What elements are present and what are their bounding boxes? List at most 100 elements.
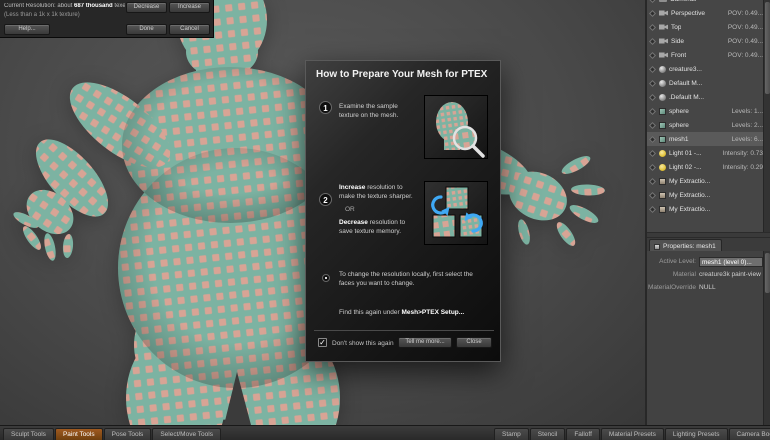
- visibility-diamond-icon[interactable]: [648, 205, 657, 213]
- ptex-help-dialog: How to Prepare Your Mesh for PTEX 1 Exam…: [305, 60, 501, 362]
- or-text: OR: [345, 206, 355, 214]
- properties-tab-row: Properties: mesh1: [647, 238, 770, 251]
- preset-tray-tab[interactable]: Stencil: [529, 428, 566, 440]
- object-name: .Default M...: [669, 93, 705, 101]
- decrease-button[interactable]: Decrease: [126, 2, 167, 13]
- property-label: Active Level:: [659, 258, 696, 265]
- object-list-item[interactable]: Front POV: 0.49...: [647, 48, 765, 62]
- properties-icon: [654, 243, 660, 250]
- object-list-scrollbar[interactable]: [763, 0, 770, 232]
- object-list: Cameras Perspective POV: 0.49... Top POV…: [647, 0, 765, 232]
- object-value: POV: 0.49...: [727, 37, 763, 45]
- object-value: POV: 0.49...: [727, 51, 763, 59]
- preset-tray-tab[interactable]: Material Presets: [600, 428, 664, 440]
- dialog-title: How to Prepare Your Mesh for PTEX: [316, 69, 488, 80]
- preset-tray-tab[interactable]: Camera Bookmarks: [728, 428, 770, 440]
- visibility-diamond-icon[interactable]: [648, 177, 657, 185]
- ptex-resolution-panel: Current Resolution: about 687 thousand t…: [0, 0, 214, 38]
- object-type-icon: [659, 191, 666, 199]
- scrollbar-thumb[interactable]: [765, 2, 770, 94]
- visibility-diamond-icon[interactable]: [648, 9, 657, 17]
- object-type-icon: [659, 177, 666, 185]
- property-value[interactable]: NULL: [699, 284, 763, 291]
- visibility-diamond-icon[interactable]: [648, 149, 657, 157]
- preset-tray-tab[interactable]: Falloff: [566, 428, 600, 440]
- step-1-number: 1: [319, 101, 332, 114]
- preset-tray-tab[interactable]: Stamp: [494, 428, 529, 440]
- object-list-item[interactable]: sphere Levels: 1...: [647, 104, 765, 118]
- done-button[interactable]: Done: [126, 24, 167, 35]
- increase-button[interactable]: Increase: [169, 2, 210, 13]
- object-type-icon: [659, 65, 666, 73]
- visibility-diamond-icon[interactable]: [648, 0, 657, 3]
- tool-tray-tab[interactable]: Pose Tools: [103, 428, 152, 440]
- menu-path-text: Mesh>PTEX Setup...: [401, 309, 465, 316]
- tool-tray-tab[interactable]: Sculpt Tools: [3, 428, 54, 440]
- object-list-item[interactable]: Light 01 -... Intensity: 0.73: [647, 146, 765, 160]
- close-button[interactable]: Close: [456, 337, 492, 348]
- object-type-icon: [659, 79, 666, 87]
- visibility-diamond-icon[interactable]: [648, 37, 657, 45]
- resolution-tiles-image: [431, 186, 483, 238]
- visibility-diamond-icon[interactable]: [648, 23, 657, 31]
- object-list-item[interactable]: Top POV: 0.49...: [647, 20, 765, 34]
- tool-tray-tab[interactable]: Paint Tools: [54, 428, 103, 440]
- resolution-subtext: (Less than a 1k x 1k texture): [4, 12, 80, 18]
- object-value: Intensity: 0.73: [722, 149, 763, 157]
- tell-me-more-button[interactable]: Tell me more...: [398, 337, 452, 348]
- help-button[interactable]: Help...: [4, 24, 50, 35]
- object-list-item[interactable]: Side POV: 0.49...: [647, 34, 765, 48]
- properties-scrollbar[interactable]: [763, 251, 770, 425]
- object-list-item[interactable]: My Extractio...: [647, 188, 765, 202]
- visibility-diamond-icon[interactable]: [648, 79, 657, 87]
- object-value: Levels: 1...: [731, 107, 763, 115]
- 3d-viewport[interactable]: Current Resolution: about 687 thousand t…: [0, 0, 645, 425]
- preset-tray-tabs: Stamp Stencil Falloff Material Presets L…: [494, 428, 770, 440]
- visibility-diamond-icon[interactable]: [648, 93, 657, 101]
- dont-show-label: Don't show this again: [332, 340, 394, 347]
- property-row: MaterialOverride NULL: [647, 281, 770, 294]
- visibility-diamond-icon[interactable]: [648, 121, 657, 129]
- property-value[interactable]: creature3k paint-view (2loud,0w...: [699, 271, 763, 278]
- preset-tray-tab[interactable]: Lighting Presets: [664, 428, 728, 440]
- object-value: Levels: 2...: [731, 121, 763, 129]
- properties-tab-label: Properties: mesh1: [663, 243, 716, 250]
- object-type-icon: [659, 24, 668, 30]
- visibility-diamond-icon[interactable]: [648, 65, 657, 73]
- properties-tab[interactable]: Properties: mesh1: [649, 239, 722, 251]
- step-2-text: Increase resolution to make the texture …: [339, 184, 413, 236]
- object-type-icon: [659, 135, 666, 143]
- property-value[interactable]: mesh1 (level 0)...: [699, 256, 763, 267]
- visibility-diamond-icon[interactable]: [648, 163, 657, 171]
- right-sidebar: Cameras Perspective POV: 0.49... Top POV…: [645, 0, 770, 425]
- visibility-diamond-icon[interactable]: [648, 191, 657, 199]
- object-list-item[interactable]: creature3...: [647, 62, 765, 76]
- object-list-item[interactable]: Light 02 -... Intensity: 0.29: [647, 160, 765, 174]
- step-1-text: Examine the sample texture on the mesh.: [339, 103, 399, 120]
- cancel-button[interactable]: Cancel: [169, 24, 210, 35]
- object-list-item[interactable]: My Extractio...: [647, 174, 765, 188]
- object-list-item[interactable]: Perspective POV: 0.49...: [647, 6, 765, 20]
- object-type-icon: [659, 10, 668, 16]
- object-list-item[interactable]: .Default M...: [647, 90, 765, 104]
- object-value: POV: 0.49...: [727, 9, 763, 17]
- property-label: MaterialOverride: [647, 284, 696, 291]
- dont-show-checkbox[interactable]: [318, 338, 327, 347]
- property-row: Material creature3k paint-view (2loud,0w…: [647, 268, 770, 281]
- object-list-item[interactable]: Default M...: [647, 76, 765, 90]
- mudbox-window: Current Resolution: about 687 thousand t…: [0, 0, 770, 440]
- object-value: Intensity: 0.29: [722, 163, 763, 171]
- step-1-illustration: [424, 95, 488, 159]
- object-list-item[interactable]: mesh1 Levels: 6...: [647, 132, 765, 146]
- visibility-diamond-icon[interactable]: [648, 51, 657, 59]
- object-name: mesh1: [669, 135, 689, 143]
- object-list-item[interactable]: My Extractio...: [647, 202, 765, 216]
- visibility-diamond-icon[interactable]: [648, 107, 657, 115]
- object-list-item[interactable]: sphere Levels: 2...: [647, 118, 765, 132]
- object-name: Cameras: [670, 0, 696, 3]
- object-type-icon: [659, 205, 666, 213]
- step-3-text: To change the resolution locally, first …: [339, 271, 473, 288]
- visibility-diamond-icon[interactable]: [648, 135, 657, 143]
- tool-tray-tab[interactable]: Select/Move Tools: [152, 428, 221, 440]
- scrollbar-thumb[interactable]: [765, 253, 770, 293]
